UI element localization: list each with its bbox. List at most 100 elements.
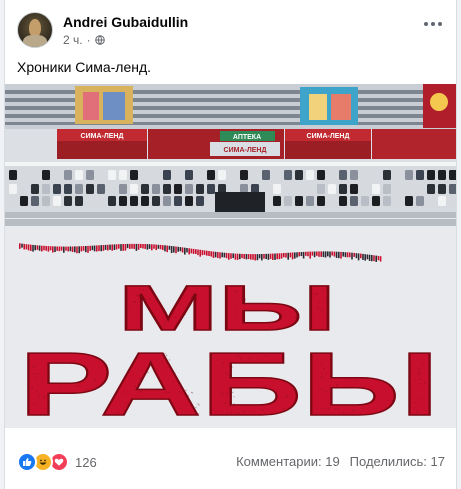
crowd-speck xyxy=(315,283,317,285)
crowd-speck xyxy=(329,337,331,339)
crowd-speck xyxy=(224,327,227,329)
crowd-speck xyxy=(131,332,133,335)
crowd-speck xyxy=(27,380,29,382)
crowd-speck xyxy=(264,414,266,416)
crowd-speck xyxy=(119,308,121,310)
crowd-speck xyxy=(114,388,116,390)
post-header: Andrei Gubaidullin 2 ч. · xyxy=(17,12,447,52)
crowd-person xyxy=(52,246,54,253)
crowd-speck xyxy=(226,392,228,394)
crowd-speck xyxy=(203,352,205,355)
crowd-speck xyxy=(245,300,247,302)
crowd-speck xyxy=(75,407,77,409)
crowd-speck xyxy=(197,403,199,405)
parked-car xyxy=(218,170,226,180)
parked-car xyxy=(42,184,50,194)
crowd-speck xyxy=(140,418,142,420)
author-name[interactable]: Andrei Gubaidullin xyxy=(63,14,188,30)
crowd-speck xyxy=(210,280,212,282)
crowd-speck xyxy=(228,374,230,376)
crowd-speck xyxy=(236,380,238,383)
crowd-speck xyxy=(408,338,410,340)
crowd-person xyxy=(331,251,333,256)
crowd-person xyxy=(19,243,21,249)
crowd-person xyxy=(206,250,208,256)
crowd-speck xyxy=(48,338,50,340)
crowd-speck xyxy=(245,297,247,299)
crowd-speck xyxy=(275,337,277,339)
crowd-speck xyxy=(129,362,131,364)
crowd-person xyxy=(45,246,47,251)
reactions-summary[interactable]: 126 xyxy=(17,452,97,472)
crowd-speck xyxy=(334,408,337,410)
crowd-speck xyxy=(87,351,89,353)
crowd-speck xyxy=(21,345,23,347)
crowd-speck xyxy=(32,366,35,368)
crowd-speck xyxy=(362,346,364,348)
crowd-speck xyxy=(44,373,46,376)
crowd-speck xyxy=(265,293,267,295)
crowd-person xyxy=(30,244,32,251)
crowd-speck xyxy=(363,349,365,352)
crowd-speck xyxy=(95,396,97,398)
author-avatar[interactable] xyxy=(17,12,53,48)
crowd-person xyxy=(219,252,221,259)
crowd-person xyxy=(100,245,102,252)
crowd-speck xyxy=(89,335,91,337)
crowd-speck xyxy=(191,334,193,336)
crowd-person xyxy=(349,252,351,258)
photo-scene: МЫРАБЫ СИМА-ЛЕНД xyxy=(5,84,456,428)
crowd-speck xyxy=(419,373,421,375)
crowd-speck xyxy=(277,369,279,372)
crowd-speck xyxy=(132,411,134,413)
comments-count[interactable]: Комментарии: 19 xyxy=(236,454,340,469)
more-options-icon[interactable] xyxy=(419,14,447,34)
parked-car xyxy=(53,184,61,194)
globe-icon[interactable] xyxy=(94,35,105,45)
crowd-speck xyxy=(239,357,241,360)
crowd-speck xyxy=(227,313,229,315)
crowd-person xyxy=(65,246,67,251)
crowd-speck xyxy=(236,386,238,389)
crowd-speck xyxy=(129,306,131,308)
crowd-person xyxy=(153,244,155,249)
shares-count[interactable]: Поделились: 17 xyxy=(350,454,445,469)
parked-car xyxy=(383,196,391,206)
parked-car xyxy=(350,196,358,206)
crowd-speck xyxy=(318,389,320,391)
crowd-speck xyxy=(52,382,54,384)
crowd-person xyxy=(76,246,78,254)
crowd-speck xyxy=(419,378,421,381)
crowd-speck xyxy=(399,392,401,394)
crowd-speck xyxy=(190,345,192,347)
crowd-speck xyxy=(133,282,135,284)
crowd-person xyxy=(351,252,353,260)
crowd-speck xyxy=(391,402,393,404)
crowd-speck xyxy=(306,330,308,332)
crowd-speck xyxy=(190,296,192,299)
crowd-person xyxy=(36,245,39,250)
crowd-person xyxy=(342,252,344,257)
crowd-person xyxy=(296,252,298,258)
crowd-speck xyxy=(355,344,357,346)
crowd-speck xyxy=(434,374,436,376)
crowd-speck xyxy=(78,385,80,387)
crowd-speck xyxy=(330,315,332,317)
crowd-speck xyxy=(208,334,210,336)
post-time[interactable]: 2 ч. xyxy=(63,33,83,47)
crowd-person xyxy=(379,256,382,262)
crowd-speck xyxy=(147,371,149,374)
crowd-speck xyxy=(162,409,164,411)
crowd-speck xyxy=(180,303,182,305)
crowd-person xyxy=(181,247,184,253)
crowd-speck xyxy=(183,419,185,421)
crowd-speck xyxy=(63,381,65,383)
crowd-person xyxy=(265,253,267,260)
crowd-speck xyxy=(331,318,333,320)
crowd-person xyxy=(155,244,157,251)
crowd-speck xyxy=(24,393,26,395)
post-photo[interactable]: МЫРАБЫ СИМА-ЛЕНД xyxy=(5,84,456,428)
crowd-person xyxy=(278,253,281,260)
crowd-person xyxy=(25,244,28,250)
crowd-speck xyxy=(277,299,279,301)
